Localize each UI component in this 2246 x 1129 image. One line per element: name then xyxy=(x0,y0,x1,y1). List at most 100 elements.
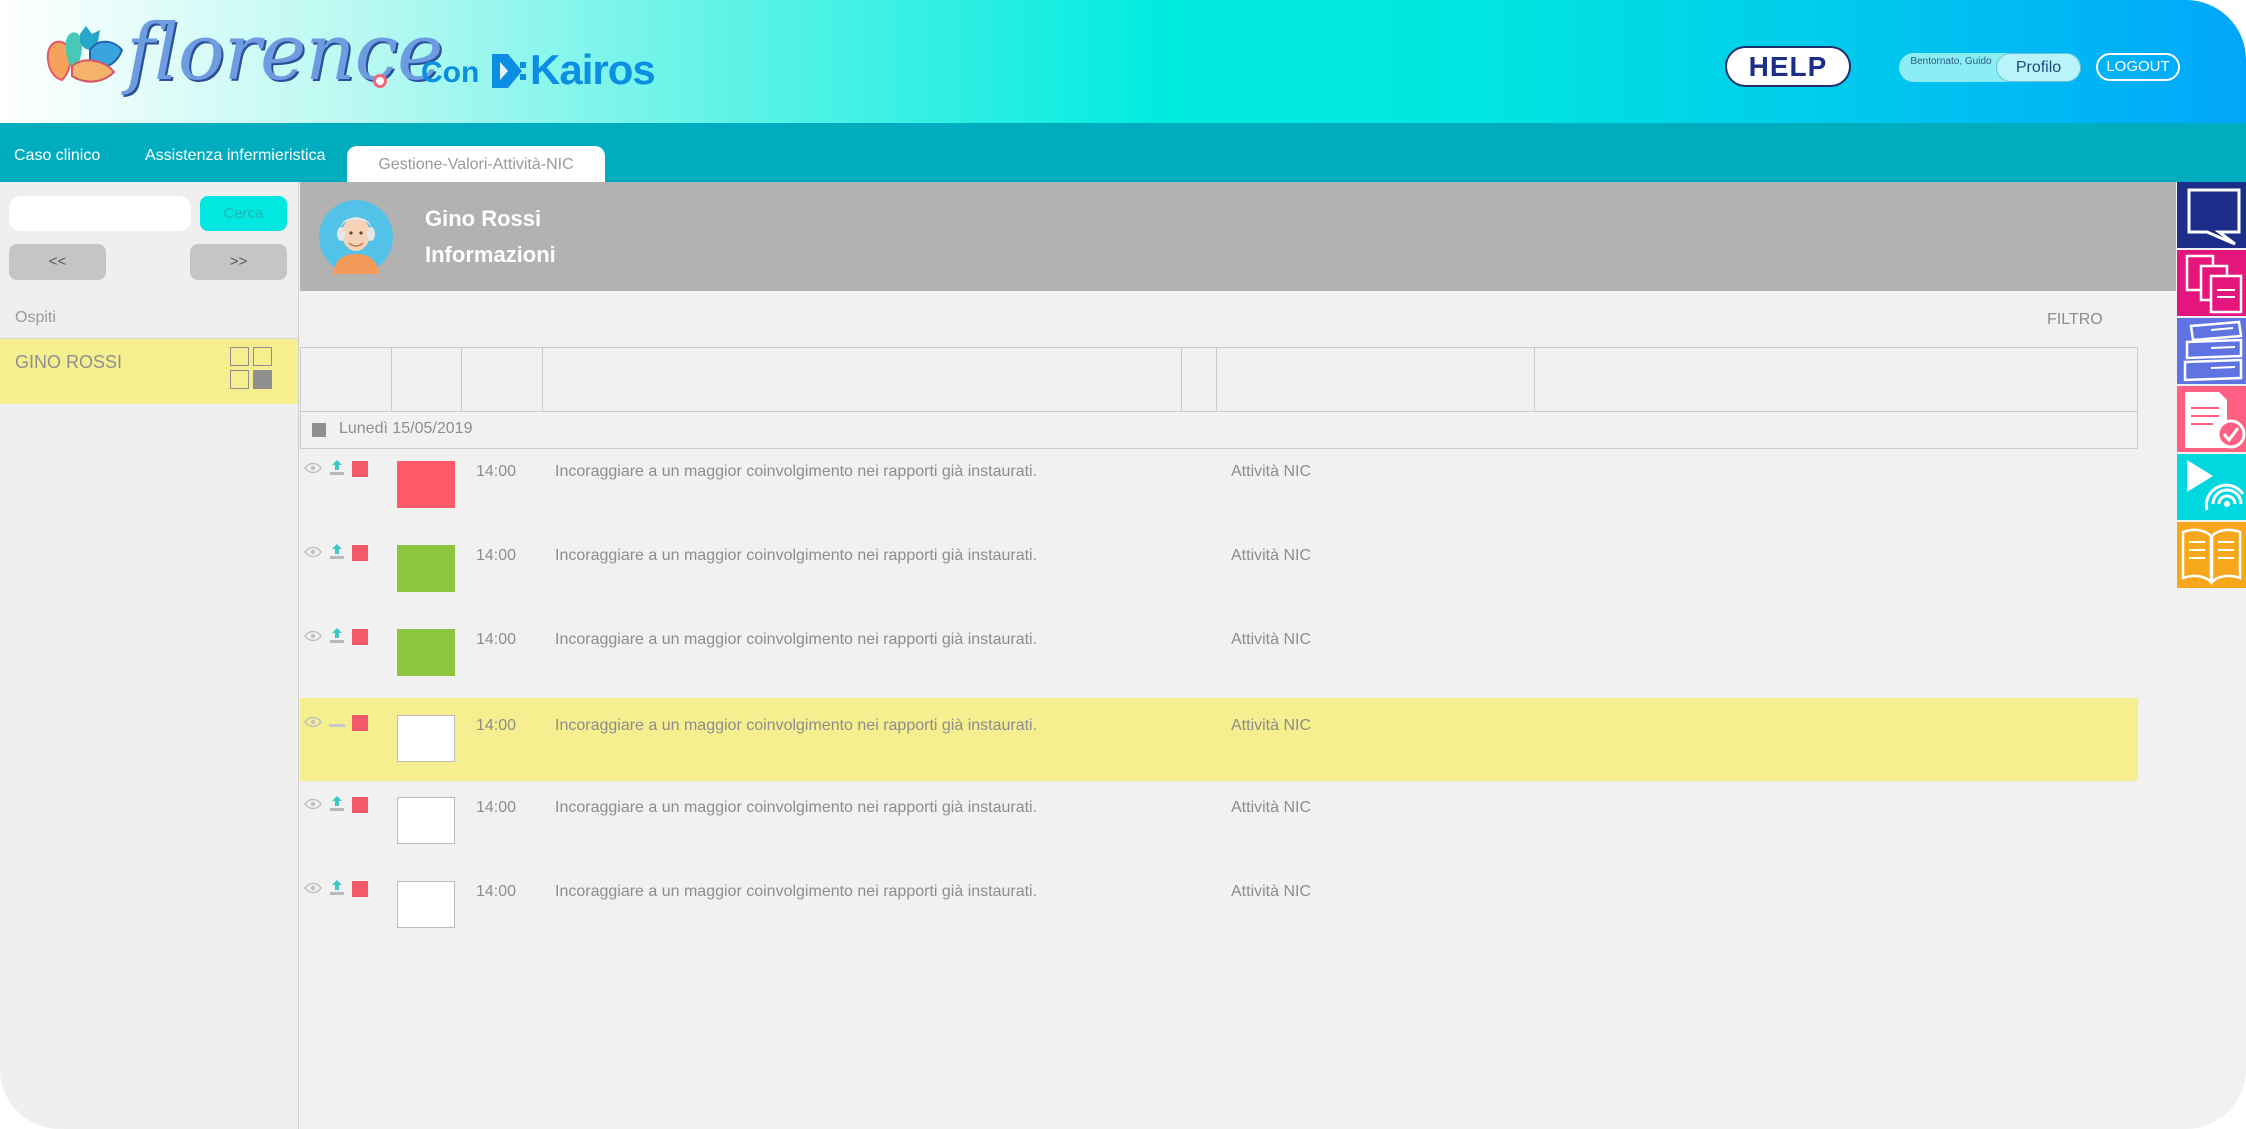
row-actions xyxy=(304,713,370,733)
documents-icon xyxy=(2177,250,2246,316)
open-book-icon xyxy=(2177,522,2246,588)
lotus-logo-icon xyxy=(46,26,124,83)
tab-gestione-valori-attivita-nic[interactable]: Gestione-Valori-Attività-NIC xyxy=(347,146,605,182)
activity-description: Incoraggiare a un maggior coinvolgimento… xyxy=(555,547,1038,564)
column-divider xyxy=(391,348,392,411)
column-divider xyxy=(1181,348,1182,411)
guests-section-label: Ospiti xyxy=(15,309,56,326)
header-bar: florence Con Kairos HELP Bentornato, Gui… xyxy=(0,0,2246,123)
activity-description: Incoraggiare a un maggior coinvolgimento… xyxy=(555,883,1038,900)
play-wireless-icon xyxy=(2177,454,2246,520)
florence-logo-text: florence xyxy=(126,8,443,98)
activity-row[interactable]: 14:00 Incoraggiare a un maggior coinvolgi… xyxy=(300,873,2138,957)
tab-assistenza-infermieristica[interactable]: Assistenza infermieristica xyxy=(145,147,326,165)
date-group-row[interactable]: Lunedì 15/05/2019 xyxy=(300,411,2138,449)
activity-row[interactable]: 14:00 Incoraggiare a un maggior coinvolgi… xyxy=(300,453,2138,537)
patient-info-label[interactable]: Informazioni xyxy=(425,242,556,268)
status-indicator[interactable] xyxy=(397,881,455,928)
next-button[interactable]: >> xyxy=(190,244,287,280)
eye-icon[interactable] xyxy=(304,716,322,728)
app-window: florence Con Kairos HELP Bentornato, Gui… xyxy=(0,0,2246,1129)
search-button[interactable]: Cerca xyxy=(200,196,287,231)
column-divider xyxy=(1534,348,1535,411)
flag-icon[interactable] xyxy=(352,715,368,731)
upload-icon[interactable] xyxy=(329,879,345,895)
documents-button[interactable] xyxy=(2177,250,2246,316)
tab-bar: Caso clinico Assistenza infermieristica … xyxy=(0,123,2246,182)
upload-icon[interactable] xyxy=(329,459,345,475)
activity-time: 14:00 xyxy=(476,631,517,648)
activity-type: Attività NIC xyxy=(1231,463,1312,480)
media-button[interactable] xyxy=(2177,454,2246,520)
collapse-toggle-icon[interactable] xyxy=(312,423,326,437)
activity-type: Attività NIC xyxy=(1231,883,1312,900)
activity-type: Attività NIC xyxy=(1231,547,1312,564)
activity-type: Attività NIC xyxy=(1231,799,1312,816)
patient-header: Gino Rossi Informazioni xyxy=(300,182,2176,291)
guest-sidebar: Cerca << >> Ospiti GINO ROSSI xyxy=(0,182,299,1129)
activity-row[interactable]: 14:00 Incoraggiare a un maggior coinvolgi… xyxy=(300,698,2138,781)
row-actions xyxy=(304,459,370,479)
status-indicator[interactable] xyxy=(397,461,455,508)
help-button[interactable]: HELP xyxy=(1725,46,1851,87)
row-actions xyxy=(304,879,370,899)
column-divider xyxy=(1216,348,1217,411)
chat-button[interactable] xyxy=(2177,182,2246,248)
status-indicator[interactable] xyxy=(397,629,455,676)
eye-icon[interactable] xyxy=(304,546,322,558)
welcome-text: Bentornato, Guido xyxy=(1910,56,1992,67)
tab-caso-clinico[interactable]: Caso clinico xyxy=(14,147,100,165)
activity-type: Attività NIC xyxy=(1231,717,1312,734)
search-input[interactable] xyxy=(9,196,191,231)
date-group-label: Lunedì 15/05/2019 xyxy=(339,420,473,437)
guest-list-item[interactable]: GINO ROSSI xyxy=(0,338,298,404)
right-toolbar xyxy=(2177,182,2246,590)
kairos-logo-icon xyxy=(492,54,526,88)
status-indicator[interactable] xyxy=(397,797,455,844)
dash-icon xyxy=(329,724,345,727)
activity-time: 14:00 xyxy=(476,717,517,734)
activity-time: 14:00 xyxy=(476,463,517,480)
eye-icon[interactable] xyxy=(304,630,322,642)
eye-icon[interactable] xyxy=(304,882,322,894)
activity-row[interactable]: 14:00 Incoraggiare a un maggior coinvolgi… xyxy=(300,621,2138,705)
table-header xyxy=(300,347,2138,412)
flag-icon[interactable] xyxy=(352,545,368,561)
patient-avatar xyxy=(319,200,393,274)
row-actions xyxy=(304,543,370,563)
report-button[interactable] xyxy=(2177,386,2246,452)
chat-icon xyxy=(2177,182,2246,248)
activity-time: 14:00 xyxy=(476,883,517,900)
activity-row[interactable]: 14:00 Incoraggiare a un maggior coinvolgi… xyxy=(300,537,2138,621)
kairos-logo-text: Kairos xyxy=(530,46,656,93)
logout-button[interactable]: LOGOUT xyxy=(2096,53,2180,81)
eye-icon[interactable] xyxy=(304,798,322,810)
previous-button[interactable]: << xyxy=(9,244,106,280)
upload-icon[interactable] xyxy=(329,627,345,643)
row-actions xyxy=(304,795,370,815)
activity-type: Attività NIC xyxy=(1231,631,1312,648)
profile-button[interactable]: Profilo xyxy=(1996,53,2081,82)
activity-time: 14:00 xyxy=(476,799,517,816)
manual-button[interactable] xyxy=(2177,522,2246,588)
upload-icon[interactable] xyxy=(329,543,345,559)
flag-icon[interactable] xyxy=(352,629,368,645)
row-actions xyxy=(304,627,370,647)
files-stack-icon xyxy=(2177,318,2246,384)
filter-button[interactable]: FILTRO xyxy=(2047,311,2103,329)
flag-icon[interactable] xyxy=(352,461,368,477)
eye-icon[interactable] xyxy=(304,462,322,474)
status-indicator[interactable] xyxy=(397,715,455,762)
flag-icon[interactable] xyxy=(352,881,368,897)
activity-row[interactable]: 14:00 Incoraggiare a un maggior coinvolgi… xyxy=(300,789,2138,873)
patient-name: Gino Rossi xyxy=(425,206,542,231)
column-divider xyxy=(542,348,543,411)
status-indicator[interactable] xyxy=(397,545,455,592)
activity-description: Incoraggiare a un maggior coinvolgimento… xyxy=(555,631,1038,648)
flag-icon[interactable] xyxy=(352,797,368,813)
activity-description: Incoraggiare a un maggior coinvolgimento… xyxy=(555,463,1038,480)
checked-report-icon xyxy=(2177,386,2246,452)
upload-icon[interactable] xyxy=(329,795,345,811)
guest-name: GINO ROSSI xyxy=(15,352,123,372)
files-button[interactable] xyxy=(2177,318,2246,384)
